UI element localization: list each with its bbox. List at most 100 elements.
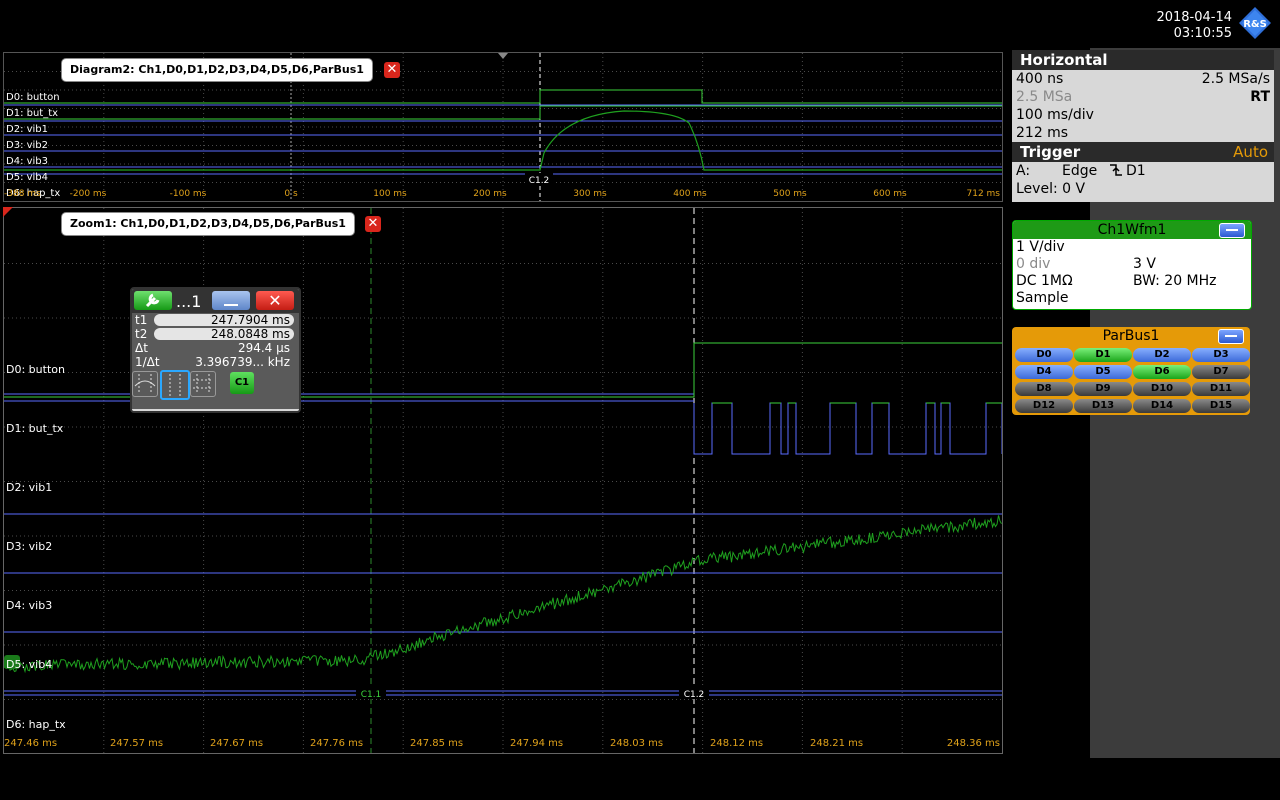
brand-logo-icon: R&S [1238, 6, 1272, 40]
diagram2-channel-label: D0: button [6, 92, 60, 103]
datetime-display: 2018-04-14 03:10:55 [1112, 10, 1232, 42]
diagram2-time-tick: 0 s [284, 189, 298, 199]
diagram2-channel-label: D1: but_tx [6, 108, 58, 119]
cursor-measure-value: 248.0848 ms [154, 328, 294, 340]
cursor-measure-label: t1 [135, 313, 148, 327]
cursor-horizontal-mode-icon[interactable] [132, 371, 158, 397]
parbus-bit-d15[interactable]: D15 [1192, 399, 1250, 413]
parbus-bit-d10[interactable]: D10 [1133, 382, 1191, 396]
parbus-bit-d14[interactable]: D14 [1133, 399, 1191, 413]
parbus-bit-d13[interactable]: D13 [1074, 399, 1132, 413]
cursor-box-close-button[interactable]: ✕ [256, 291, 294, 310]
cursor-box-minimize-button[interactable] [212, 291, 250, 310]
ch1-offset-v: 3 V [1133, 256, 1156, 272]
cursor-box-header: ...1 ✕ [132, 289, 299, 313]
diagram2-time-tick: 300 ms [573, 189, 607, 199]
diagram2-channel-label: D2: vib1 [6, 124, 48, 135]
parbus-bit-d8[interactable]: D8 [1015, 382, 1073, 396]
ch1-offset-row: 0 div 3 V [1013, 256, 1251, 273]
parbus-bit-d4[interactable]: D4 [1015, 365, 1073, 379]
wrench-icon [145, 293, 160, 308]
ch1-acq: Sample [1016, 290, 1069, 306]
zoom1-close-button[interactable]: ✕ [365, 216, 381, 232]
parbus-minimize-button[interactable] [1218, 329, 1244, 344]
ch1-coupling-row: DC 1MΩ BW: 20 MHz [1013, 273, 1251, 290]
parbus-bit-d5[interactable]: D5 [1074, 365, 1132, 379]
trigger-type: Edge [1062, 163, 1098, 179]
zoom1-title: Zoom1: Ch1,D0,D1,D2,D3,D4,D5,D6,ParBus1 [70, 217, 346, 230]
ch1-title: Ch1Wfm1 [1097, 222, 1167, 238]
zoom1-time-tick: 248.12 ms [710, 738, 763, 749]
zoom1-time-tick: 248.03 ms [610, 738, 663, 749]
horizontal-trigger-panel[interactable]: Horizontal 400 ns 2.5 MSa/s 2.5 MSa RT 1… [1012, 50, 1274, 202]
parbus-bit-d3[interactable]: D3 [1192, 348, 1250, 362]
parbus-bit-d2[interactable]: D2 [1133, 348, 1191, 362]
record-length: 2.5 MSa [1016, 89, 1073, 105]
horizontal-header[interactable]: Horizontal [1012, 50, 1274, 70]
cursor-measure-label: t2 [135, 327, 148, 341]
zoom-corner-marker [3, 207, 13, 217]
zoom1-time-tick: 247.67 ms [210, 738, 263, 749]
parbus-bit-d1[interactable]: D1 [1074, 348, 1132, 362]
zoom1-title-bar[interactable]: Zoom1: Ch1,D0,D1,D2,D3,D4,D5,D6,ParBus1 [62, 213, 354, 235]
parbus-bit-d9[interactable]: D9 [1074, 382, 1132, 396]
trigger-level: Level: 0 V [1016, 181, 1086, 197]
trace-d1 [693, 402, 1003, 455]
diagram2-time-tick: 500 ms [773, 189, 807, 199]
cursor-measure-row: 1/Δt 3.396739... kHz [132, 355, 299, 369]
cursor-measure-label: 1/Δt [135, 355, 160, 369]
close-icon: ✕ [367, 216, 379, 231]
zoom1-time-tick: 247.94 ms [510, 738, 563, 749]
diagram2-time-tick: -200 ms [70, 189, 107, 199]
diagram2-close-button[interactable]: ✕ [384, 62, 400, 78]
trigger-source: D1 [1126, 163, 1146, 179]
cursor-box-title: ...1 [176, 292, 202, 311]
parbus-bit-d0[interactable]: D0 [1015, 348, 1073, 362]
cursor-measure-value: 3.396739... kHz [195, 355, 290, 369]
trigger-mode: Auto [1233, 143, 1268, 161]
diagram2-time-tick: 712 ms [967, 189, 1001, 199]
cursor-source-badge[interactable]: C1 [230, 372, 254, 394]
trigger-source-label: A: [1016, 163, 1031, 179]
diagram2-time-tick: 100 ms [373, 189, 407, 199]
close-icon: ✕ [268, 291, 282, 310]
zoom1-time-tick: 248.36 ms [947, 738, 1000, 749]
trigger-row-1: A: Edge D1 [1012, 162, 1274, 180]
time-div: 100 ms/div [1016, 107, 1094, 123]
zoom1-channel-label: D4: vib3 [6, 599, 52, 612]
parbus-bit-d7[interactable]: D7 [1192, 365, 1250, 379]
acq-mode: RT [1250, 89, 1270, 105]
diagram2-time-tick: -100 ms [170, 189, 207, 199]
horizontal-row-2: 2.5 MSa RT [1012, 88, 1274, 106]
parbus-bit-d6[interactable]: D6 [1133, 365, 1191, 379]
time-text: 03:10:55 [1173, 26, 1232, 41]
logo-text: R&S [1243, 19, 1267, 30]
cursor-measure-label: Δt [135, 341, 148, 355]
parbus-bit-d11[interactable]: D11 [1192, 382, 1250, 396]
trigger-title: Trigger [1020, 143, 1081, 161]
cursor-settings-button[interactable] [134, 291, 172, 310]
diagram2-time-tick: 200 ms [473, 189, 507, 199]
zoom1-time-tick: 248.21 ms [810, 738, 863, 749]
parbus-header[interactable]: ParBus1 [1012, 327, 1250, 345]
cursor-measure-value: 247.7904 ms [154, 314, 294, 326]
cursor-vertical-mode-icon[interactable] [160, 370, 190, 400]
ch1-header[interactable]: Ch1Wfm1 [1013, 221, 1251, 239]
diagram2-cursor-label: C1.2 [529, 176, 550, 186]
minimize-icon [224, 304, 238, 306]
diagram2-title: Diagram2: Ch1,D0,D1,D2,D3,D4,D5,D6,ParBu… [70, 63, 364, 76]
trigger-header[interactable]: Trigger Auto [1012, 142, 1274, 162]
ch1-waveform-panel[interactable]: Ch1Wfm1 1 V/div 0 div 3 V DC 1MΩ BW: 20 … [1012, 220, 1252, 310]
cursor-result-box[interactable]: ...1 ✕ t1 247.7904 ms t2 248.0848 ms Δt 294.4… [130, 287, 301, 413]
parbus-title: ParBus1 [1102, 328, 1160, 344]
parbus-bit-d12[interactable]: D12 [1015, 399, 1073, 413]
cursor-measure-row: t2 248.0848 ms [132, 327, 299, 341]
ch1-vdiv: 1 V/div [1016, 239, 1065, 255]
zoom1-channel-label: D5: vib4 [6, 658, 52, 671]
cursor-both-mode-icon[interactable] [190, 371, 216, 397]
diagram2-channel-label: D3: vib2 [6, 140, 48, 151]
ch1-minimize-button[interactable] [1219, 223, 1245, 238]
cursor-measure-row: t1 247.7904 ms [132, 313, 299, 327]
parbus-panel[interactable]: ParBus1 D0 D1 D2 D3 D4 D5 D6 D7 D8 D9 D10 D11 D12 D13… [1012, 327, 1250, 415]
diagram2-title-bar[interactable]: Diagram2: Ch1,D0,D1,D2,D3,D4,D5,D6,ParBu… [62, 59, 372, 81]
